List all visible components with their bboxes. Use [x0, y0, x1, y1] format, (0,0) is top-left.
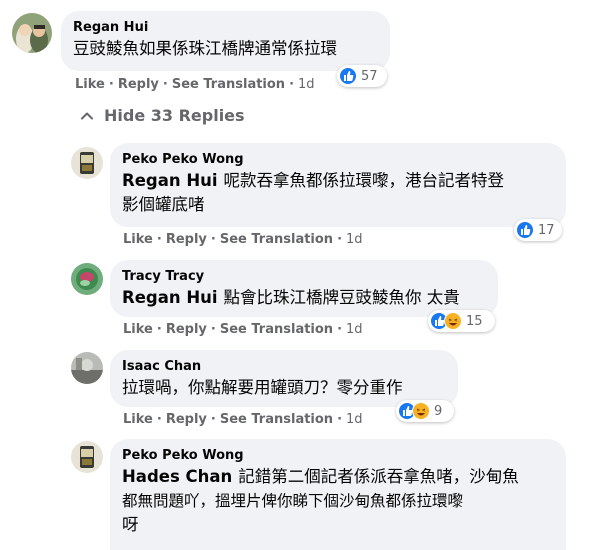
avatar-peko-peko-wong[interactable]	[71, 147, 103, 179]
reply-actions: Like · Reply · See Translation · 1d	[123, 232, 363, 247]
timestamp[interactable]: 1d	[298, 77, 315, 92]
reply-text: Hades Chan 記錯第二個記者係派吞拿魚啫，沙甸魚	[122, 467, 519, 486]
reply-author[interactable]: Peko Peko Wong	[122, 151, 554, 169]
reply-author[interactable]: Peko Peko Wong	[122, 447, 554, 465]
comment-author[interactable]: Regan Hui	[73, 19, 378, 37]
haha-reaction-icon	[412, 402, 430, 420]
reply-link[interactable]: Reply	[166, 232, 207, 247]
reaction-count: 17	[538, 222, 555, 238]
avatar-peko-peko-wong[interactable]	[71, 441, 103, 473]
avatar-regan-hui[interactable]	[12, 13, 52, 53]
reaction-count: 9	[434, 403, 443, 419]
timestamp[interactable]: 1d	[346, 232, 363, 247]
reply-actions: Like · Reply · See Translation · 1d	[123, 322, 363, 337]
reaction-count: 15	[466, 313, 483, 329]
see-translation-link[interactable]: See Translation	[220, 412, 333, 427]
reply-author[interactable]: Tracy Tracy	[122, 268, 486, 286]
reply-link[interactable]: Reply	[118, 77, 159, 92]
avatar-isaac-chan[interactable]	[71, 352, 103, 384]
reply-bubble-1: Peko Peko Wong Regan Hui 呢款吞拿魚都係拉環嚟，港台記者特…	[110, 143, 566, 227]
see-translation-link[interactable]: See Translation	[172, 77, 285, 92]
reaction-summary[interactable]: 17	[514, 219, 562, 241]
mention-link[interactable]: Regan Hui	[122, 288, 218, 307]
reaction-summary[interactable]: 15	[428, 310, 495, 332]
see-translation-link[interactable]: See Translation	[220, 232, 333, 247]
mention-link[interactable]: Hades Chan	[122, 467, 232, 486]
reply-text: 拉環喎，你點解要用罐頭刀？零分重作	[122, 378, 403, 397]
like-link[interactable]: Like	[123, 322, 153, 337]
timestamp[interactable]: 1d	[346, 412, 363, 427]
reaction-summary[interactable]: 9	[396, 400, 454, 422]
reply-actions: Like · Reply · See Translation · 1d	[123, 412, 363, 427]
reply-text-continued: 影個罐底啫	[122, 195, 205, 214]
reply-text: Regan Hui 呢款吞拿魚都係拉環嚟，港台記者特登	[122, 171, 505, 190]
reply-link[interactable]: Reply	[166, 322, 207, 337]
reply-bubble-4: Peko Peko Wong Hades Chan 記錯第二個記者係派吞拿魚啫，沙…	[110, 439, 566, 550]
reply-text-continued: 都無問題吖，搵埋片俾你睇下個沙甸魚都係拉環嚟	[122, 492, 464, 510]
reaction-count: 57	[361, 68, 378, 84]
reply-text-continued: 呀	[122, 515, 139, 534]
like-link[interactable]: Like	[123, 232, 153, 247]
reply-bubble-3: Isaac Chan 拉環喎，你點解要用罐頭刀？零分重作	[110, 350, 458, 407]
hide-replies-button[interactable]: Hide 33 Replies	[80, 106, 245, 125]
chevron-up-icon	[81, 112, 93, 119]
timestamp[interactable]: 1d	[346, 322, 363, 337]
comment-actions: Like · Reply · See Translation · 1d	[75, 77, 315, 92]
reply-bubble-2: Tracy Tracy Regan Hui 點會比珠江橋牌豆豉鯪魚你 太貴	[110, 260, 498, 317]
comment-text: 豆豉鯪魚如果係珠江橋牌通常係拉環	[73, 39, 337, 58]
avatar-tracy-tracy[interactable]	[71, 263, 103, 295]
reply-author[interactable]: Isaac Chan	[122, 358, 446, 376]
reaction-summary[interactable]: 57	[337, 65, 387, 87]
like-link[interactable]: Like	[75, 77, 105, 92]
mention-link[interactable]: Regan Hui	[122, 171, 218, 190]
reply-link[interactable]: Reply	[166, 412, 207, 427]
reply-text: Regan Hui 點會比珠江橋牌豆豉鯪魚你 太貴	[122, 288, 460, 307]
comment-bubble-regan-hui: Regan Hui 豆豉鯪魚如果係珠江橋牌通常係拉環	[61, 11, 390, 71]
like-link[interactable]: Like	[123, 412, 153, 427]
like-reaction-icon	[516, 221, 534, 239]
like-reaction-icon	[339, 67, 357, 85]
hide-replies-label: Hide 33 Replies	[104, 106, 245, 125]
see-translation-link[interactable]: See Translation	[220, 322, 333, 337]
haha-reaction-icon	[444, 312, 462, 330]
